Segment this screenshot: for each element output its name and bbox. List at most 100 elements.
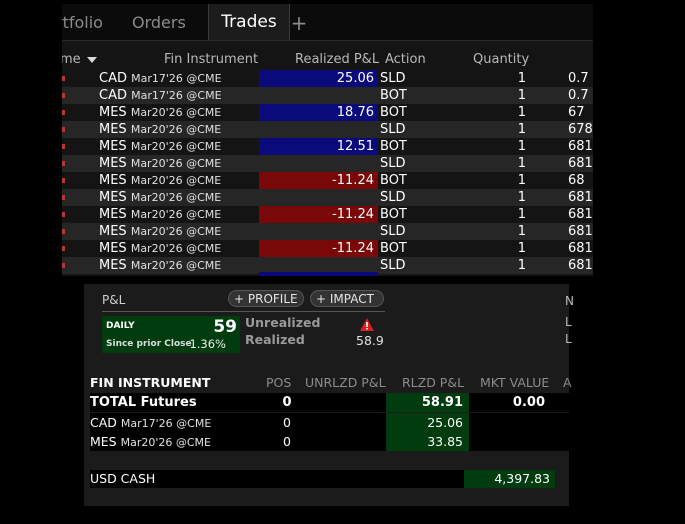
row-marker xyxy=(62,127,65,132)
realized-pnl-value: 25.06 xyxy=(386,413,469,432)
profile-button[interactable]: + PROFILE xyxy=(228,290,304,307)
header-realized-pnl[interactable]: RLZD P&L xyxy=(402,375,464,390)
instrument-symbol: MES xyxy=(99,105,127,120)
column-header-realized-pnl[interactable]: Realized P&L xyxy=(295,52,379,68)
realized-pnl-cell xyxy=(259,121,378,138)
column-header-action[interactable]: Action xyxy=(385,52,426,68)
instrument-expiry: Mar20'26 @CME xyxy=(130,225,222,238)
instrument-symbol: MES xyxy=(99,139,127,154)
price-cell: 681 xyxy=(568,207,593,222)
action-cell: BOT xyxy=(380,88,407,103)
row-marker xyxy=(62,178,65,183)
impact-button[interactable]: + IMPACT xyxy=(310,290,384,307)
unrealized-label: Unrealized xyxy=(245,315,321,330)
quantity-cell: 1 xyxy=(517,88,526,103)
row-marker xyxy=(62,212,65,217)
total-futures-row[interactable]: TOTAL Futures 0 58.91 0.00 xyxy=(90,393,569,412)
quantity-cell: 1 xyxy=(517,122,526,137)
price-cell: 681 xyxy=(568,258,593,273)
trade-row[interactable]: MES Mar20'26 @CME -11.24 BOT 1 681 xyxy=(62,206,593,223)
realized-value: 58.9 xyxy=(356,333,384,348)
quantity-cell: 1 xyxy=(517,241,526,256)
realized-pnl-cell: -11.24 xyxy=(259,172,378,189)
trade-row[interactable]: CAD Mar17'26 @CME BOT 1 0.7 xyxy=(62,87,593,104)
instrument-cell: MES Mar20'26 @CME xyxy=(99,172,221,189)
column-header-quantity[interactable]: Quantity xyxy=(473,52,529,68)
action-cell: SLD xyxy=(380,190,406,205)
tab-bar: rtfolio Orders Trades + xyxy=(62,4,593,41)
position-value: 0 xyxy=(283,434,291,449)
instrument-expiry: Mar20'26 @CME xyxy=(130,157,222,170)
trade-row[interactable]: MES Mar20'26 @CME -11.24 BOT 1 68 xyxy=(62,172,593,189)
instrument-cell: MES Mar20'26 @CME xyxy=(99,206,221,223)
clipped-label: L xyxy=(565,332,572,346)
trade-row[interactable]: MES Mar20'26 @CME 18.76 BOT 1 67 xyxy=(62,104,593,121)
header-position[interactable]: POS xyxy=(266,375,291,390)
column-header-time[interactable]: me xyxy=(62,52,81,68)
daily-value: 59 xyxy=(213,317,237,337)
usd-cash-row[interactable]: USD CASH 4,397.83 xyxy=(90,470,555,488)
tab-orders[interactable]: Orders xyxy=(132,6,202,40)
instrument-symbol: CAD xyxy=(99,71,127,86)
header-unrealized-pnl[interactable]: UNRLZD P&L xyxy=(305,375,386,390)
action-cell: BOT xyxy=(380,105,407,120)
total-realized-pnl: 58.91 xyxy=(386,393,469,412)
instrument-symbol: MES xyxy=(99,224,127,239)
quantity-cell: 1 xyxy=(517,71,526,86)
trade-row[interactable]: MES Mar20'26 @CME 12.51 BOT 1 681 xyxy=(62,138,593,155)
instrument-symbol: MES xyxy=(99,258,127,273)
instrument-expiry: Mar20'26 @CME xyxy=(130,174,222,187)
row-marker xyxy=(62,263,65,268)
tab-trades[interactable]: Trades xyxy=(208,4,290,40)
quantity-cell: 1 xyxy=(517,173,526,188)
realized-pnl-cell: -11.24 xyxy=(259,240,378,257)
add-tab-button[interactable]: + xyxy=(288,6,310,40)
instrument-cell: MES Mar20'26 @CME xyxy=(99,189,221,206)
action-cell: SLD xyxy=(380,224,406,239)
instrument-expiry: Mar20'26 @CME xyxy=(130,259,222,272)
price-cell: 67 xyxy=(568,105,585,120)
header-clipped: A xyxy=(563,375,572,390)
instrument-cell: MES Mar20'26 @CME xyxy=(99,223,221,240)
realized-pnl-cell: -11.24 xyxy=(259,206,378,223)
realized-pnl-cell: 12.51 xyxy=(259,138,378,155)
realized-pnl-cell xyxy=(259,189,378,206)
tab-portfolio[interactable]: rtfolio xyxy=(62,6,124,40)
trade-row[interactable]: MES Mar20'26 @CME SLD 1 681 xyxy=(62,155,593,172)
quantity-cell: 1 xyxy=(517,207,526,222)
position-row[interactable]: MES Mar20'26 @CME 0 33.85 xyxy=(90,432,569,451)
row-marker xyxy=(62,229,65,234)
realized-pnl-cell: 18.76 xyxy=(259,104,378,121)
price-cell: 68 xyxy=(568,173,585,188)
instrument-symbol: CAD xyxy=(90,415,117,430)
realized-pnl-cell xyxy=(259,223,378,240)
instrument-symbol: MES xyxy=(99,190,127,205)
clipped-label: L xyxy=(565,315,572,329)
quantity-cell: 1 xyxy=(517,156,526,171)
trade-row[interactable]: CAD Mar17'26 @CME 25.06 SLD 1 0.7 xyxy=(62,70,593,87)
position-row[interactable]: CAD Mar17'26 @CME 0 25.06 xyxy=(90,413,569,432)
row-marker xyxy=(62,76,65,81)
trade-row[interactable]: MES Mar20'26 @CME SLD 1 681 xyxy=(62,223,593,240)
instrument-symbol: MES xyxy=(99,207,127,222)
trade-row[interactable]: MES Mar20'26 @CME -11.24 BOT 1 681 xyxy=(62,240,593,257)
header-market-value[interactable]: MKT VALUE xyxy=(480,375,549,390)
header-fin-instrument[interactable]: FIN INSTRUMENT xyxy=(90,375,210,390)
action-cell: BOT xyxy=(380,173,407,188)
price-cell: 681 xyxy=(568,156,593,171)
row-marker xyxy=(62,246,65,251)
instrument-cell: CAD Mar17'26 @CME xyxy=(90,413,211,432)
total-position: 0 xyxy=(282,395,292,410)
position-value: 0 xyxy=(283,415,291,430)
column-header-fin-instrument[interactable]: Fin Instrument xyxy=(164,52,258,68)
trade-row[interactable]: MES Mar20'26 @CME SLD 1 678 xyxy=(62,121,593,138)
instrument-expiry: Mar20'26 @CME xyxy=(130,106,222,119)
realized-pnl-value: 33.85 xyxy=(386,432,469,451)
price-cell: 681 xyxy=(568,190,593,205)
sort-descending-icon xyxy=(87,57,97,63)
row-marker xyxy=(62,110,65,115)
trade-row[interactable]: MES Mar20'26 @CME SLD 1 681 xyxy=(62,189,593,206)
row-marker xyxy=(62,195,65,200)
instrument-symbol: CAD xyxy=(99,88,127,103)
action-cell: BOT xyxy=(380,241,407,256)
